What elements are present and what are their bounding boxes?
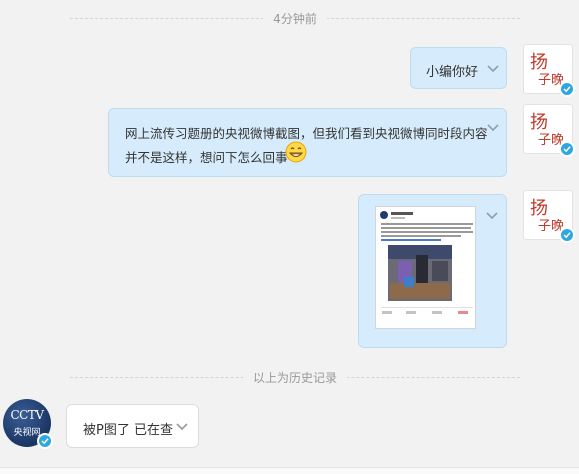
avatar-cctv[interactable]: CCTV 央视网	[3, 399, 53, 449]
message-text: 被P图了 已在查	[83, 423, 173, 438]
bottom-edge	[0, 467, 579, 474]
chevron-down-icon[interactable]	[486, 64, 500, 74]
message-bubble-sent[interactable]: 小编你好	[410, 47, 507, 89]
screenshot-thumbnail	[376, 207, 475, 328]
weibo-screenshot-image[interactable]	[375, 206, 476, 329]
history-divider: 以上为历史记录	[70, 369, 520, 386]
message-bubble-received[interactable]: 被P图了 已在查	[66, 404, 199, 448]
verified-badge-icon	[559, 81, 575, 97]
avatar-sender[interactable]: 扬 子晚	[523, 44, 575, 97]
avatar-sender[interactable]: 扬 子晚	[523, 104, 575, 157]
chevron-down-icon[interactable]	[486, 123, 500, 133]
timestamp-label: 4分钟前	[263, 10, 327, 27]
history-label: 以上为历史记录	[242, 369, 348, 386]
chevron-down-icon[interactable]	[175, 422, 189, 432]
avatar-sender[interactable]: 扬 子晚	[523, 190, 575, 243]
chevron-down-icon[interactable]	[485, 211, 499, 221]
cctv-logo: CCTV	[10, 408, 44, 422]
verified-badge-icon	[559, 227, 575, 243]
message-text-line: 网上流传习题册的央视微博截图，但我们看到央视微博同时段内容	[125, 126, 488, 141]
message-text-line: 并不是这样，想问下怎么回事	[125, 150, 288, 165]
grinning-face-emoji	[285, 141, 307, 167]
message-bubble-sent[interactable]: 网上流传习题册的央视微博截图，但我们看到央视微博同时段内容 并不是这样，想问下怎…	[108, 108, 507, 177]
verified-badge-icon	[559, 141, 575, 157]
verified-badge-icon	[37, 433, 53, 449]
message-text: 小编你好	[426, 65, 479, 80]
timestamp-divider: 4分钟前	[70, 10, 520, 27]
